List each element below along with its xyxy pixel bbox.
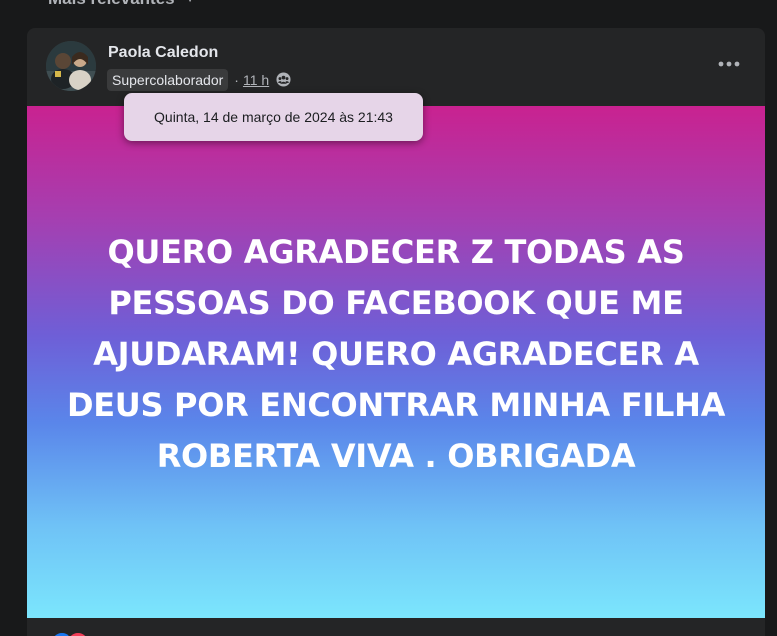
meta-separator: · bbox=[234, 71, 239, 88]
reaction-summary[interactable] bbox=[50, 631, 94, 636]
sort-dropdown[interactable]: Mais relevantes ▼ bbox=[48, 0, 196, 10]
timestamp-tooltip: Quinta, 14 de março de 2024 às 21:43 bbox=[124, 93, 423, 141]
more-dots-icon bbox=[718, 61, 740, 67]
avatar-photo bbox=[46, 41, 96, 91]
post-text: QUERO AGRADECER Z TODAS AS PESSOAS DO FA… bbox=[66, 232, 726, 475]
sort-label: Mais relevantes bbox=[48, 0, 175, 9]
group-icon[interactable] bbox=[276, 72, 291, 87]
post-time-link[interactable]: 11 h bbox=[243, 72, 269, 88]
love-icon bbox=[66, 631, 90, 636]
post-meta: Supercolaborador · 11 h bbox=[107, 68, 291, 91]
more-options-button[interactable] bbox=[711, 50, 747, 78]
author-name[interactable]: Paola Caledon bbox=[108, 44, 218, 62]
post-text-background[interactable]: QUERO AGRADECER Z TODAS AS PESSOAS DO FA… bbox=[27, 106, 765, 618]
contributor-badge[interactable]: Supercolaborador bbox=[107, 68, 229, 91]
chevron-down-icon: ▼ bbox=[185, 0, 196, 5]
feed-page: Mais relevantes ▼ Paola Caledon Superco bbox=[0, 0, 777, 636]
avatar[interactable] bbox=[46, 41, 96, 91]
